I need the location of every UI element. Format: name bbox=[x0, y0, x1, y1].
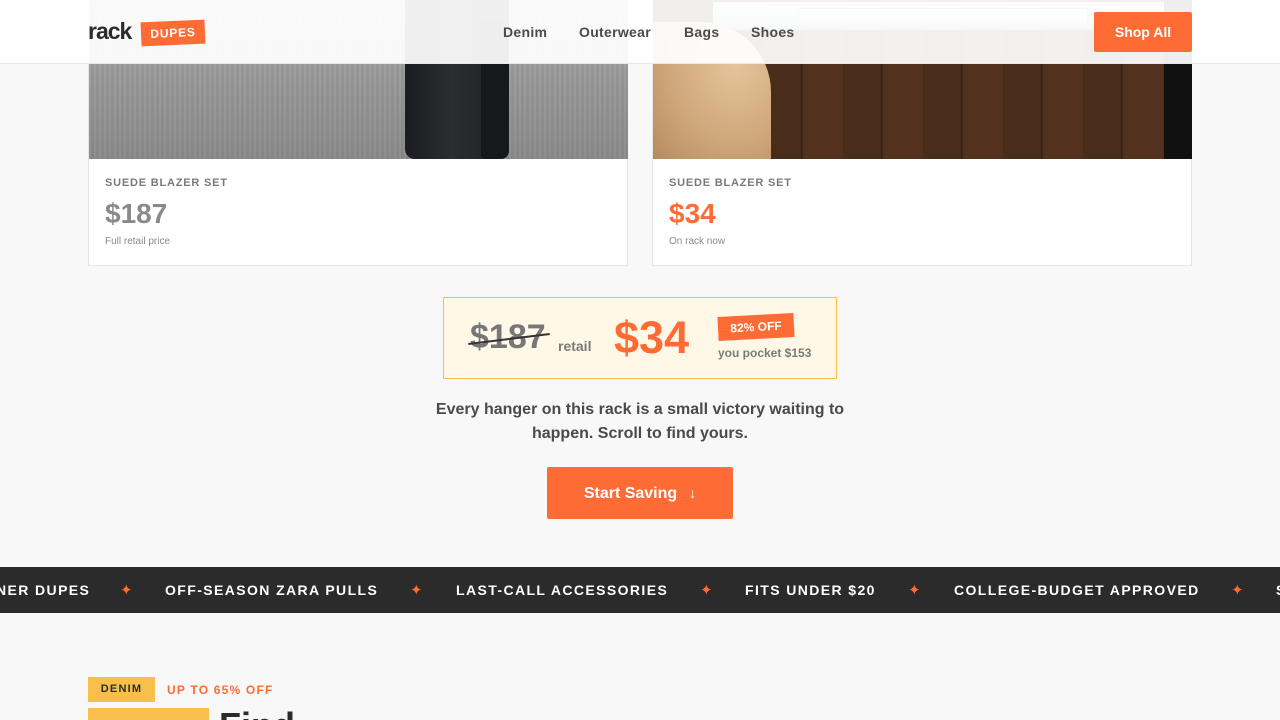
star-icon: ✦ bbox=[908, 582, 921, 599]
nav-item-outerwear[interactable]: Outerwear bbox=[579, 24, 651, 40]
product-label: SUEDE BLAZER SET bbox=[105, 177, 228, 189]
start-saving-button[interactable]: Start Saving ↓ bbox=[547, 467, 733, 519]
tagline: Every hanger on this rack is a small vic… bbox=[435, 401, 845, 442]
nav-item-shoes[interactable]: Shoes bbox=[751, 24, 795, 40]
nav-item-denim[interactable]: Denim bbox=[503, 24, 547, 40]
nav-item-bags[interactable]: Bags bbox=[684, 24, 719, 40]
heading-highlight bbox=[88, 708, 209, 720]
new-price: $34 bbox=[614, 312, 690, 363]
rack-price: $34 bbox=[669, 198, 716, 229]
start-saving-label: Start Saving bbox=[583, 485, 678, 502]
savings-amount: you pocket $153 bbox=[718, 346, 812, 360]
old-price: $187 bbox=[470, 318, 546, 356]
category-badge: DENIM bbox=[88, 677, 155, 702]
ticker-item: NER DUPES bbox=[0, 582, 91, 598]
promo-ticker: NER DUPES ✦ OFF-SEASON ZARA PULLS ✦ LAST… bbox=[0, 567, 1280, 613]
site-header: rack DUPES Denim Outerwear Bags Shoes Sh… bbox=[0, 0, 1280, 64]
price-caption: On rack now bbox=[669, 236, 726, 247]
arrow-down-icon: ↓ bbox=[689, 485, 697, 501]
star-icon: ✦ bbox=[1231, 582, 1244, 599]
old-price-wrap: $187 bbox=[468, 318, 550, 357]
category-discount: UP TO 65% OFF bbox=[167, 683, 274, 697]
ticker-item: OFF-SEASON ZARA PULLS bbox=[165, 582, 379, 598]
discount-badge: 82% OFF bbox=[717, 313, 795, 341]
retail-label: retail bbox=[558, 338, 592, 354]
ticker-item: COLLEGE-BUDGET APPROVED bbox=[954, 582, 1200, 598]
star-icon: ✦ bbox=[700, 582, 713, 599]
ticker-item: FITS UNDER $20 bbox=[745, 582, 876, 598]
section-heading: Find bbox=[219, 706, 295, 720]
star-icon: ✦ bbox=[120, 582, 133, 599]
star-icon: ✦ bbox=[410, 582, 423, 599]
ticker-item: LAST-CALL ACCESSORIES bbox=[456, 582, 669, 598]
savings-box: $187 retail $34 82% OFF you pocket $153 bbox=[443, 297, 837, 379]
product-label: SUEDE BLAZER SET bbox=[669, 177, 792, 189]
retail-price: $187 bbox=[105, 198, 168, 229]
ticker-item: S bbox=[1276, 582, 1280, 598]
shop-all-button[interactable]: Shop All bbox=[1094, 12, 1192, 52]
main-nav: Denim Outerwear Bags Shoes bbox=[0, 24, 1280, 44]
price-caption: Full retail price bbox=[105, 236, 171, 247]
